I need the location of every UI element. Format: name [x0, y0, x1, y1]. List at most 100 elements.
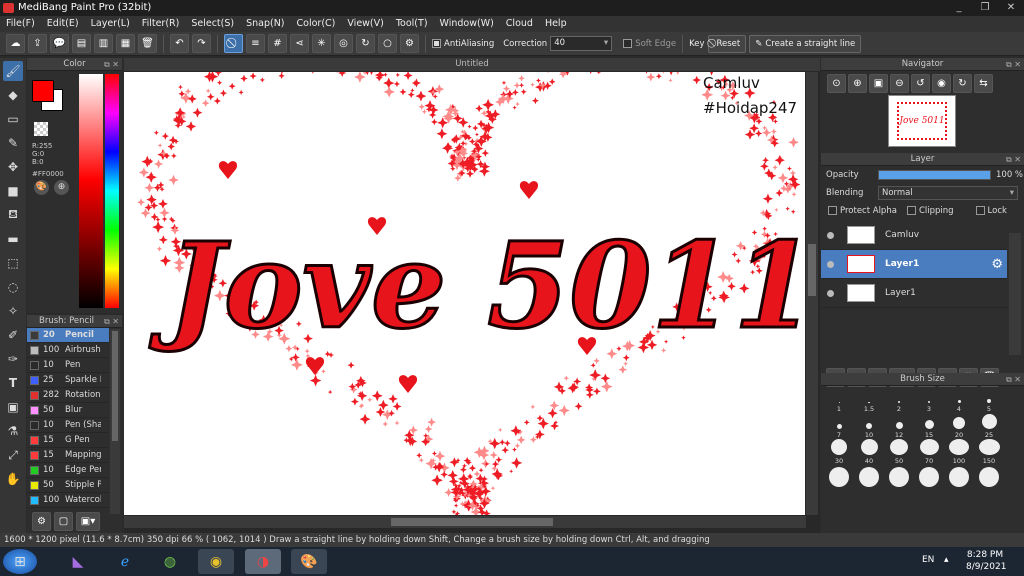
- horizontal-scroll-thumb[interactable]: [391, 518, 553, 526]
- clipping-checkbox[interactable]: [906, 205, 916, 215]
- zoom-actual-icon[interactable]: ▣: [869, 74, 888, 93]
- brush-size-option[interactable]: 1.5: [854, 387, 884, 413]
- reset-button[interactable]: ⃠Reset: [707, 34, 747, 53]
- menu-select[interactable]: Select(S): [185, 16, 240, 32]
- chrome-icon[interactable]: ◉: [198, 549, 234, 574]
- palette-icon[interactable]: 🎨: [34, 180, 49, 195]
- snap-circle-icon[interactable]: ○: [378, 34, 397, 53]
- brush-row[interactable]: 100 Airbrush: [27, 343, 109, 358]
- layer-row[interactable]: Layer1: [821, 279, 1007, 308]
- brush-row[interactable]: 50 Blur: [27, 403, 109, 418]
- share-icon[interactable]: ⇪: [28, 34, 47, 53]
- brush-row[interactable]: 15 G Pen: [27, 433, 109, 448]
- select-pen-tool-icon[interactable]: ✐: [3, 325, 23, 345]
- brush-row[interactable]: 10 Pen: [27, 358, 109, 373]
- menu-edit[interactable]: Edit(E): [41, 16, 85, 32]
- brush-size-option[interactable]: [944, 465, 974, 491]
- eye-icon[interactable]: [827, 289, 834, 297]
- select-eraser-tool-icon[interactable]: ✑: [3, 349, 23, 369]
- eye-icon[interactable]: [827, 231, 834, 239]
- page-icon[interactable]: ▥: [94, 34, 113, 53]
- undo-icon[interactable]: ↶: [170, 34, 189, 53]
- gradient-tool-icon[interactable]: ▬: [3, 229, 23, 249]
- menu-layer[interactable]: Layer(L): [85, 16, 136, 32]
- menu-color[interactable]: Color(C): [291, 16, 342, 32]
- brush-size-option[interactable]: 15: [914, 413, 944, 439]
- panel-pin-icon[interactable]: ⧉ ✕: [104, 315, 119, 328]
- brush-size-option[interactable]: [884, 465, 914, 491]
- brush-row[interactable]: 100 Watercol: [27, 493, 109, 508]
- medibang-taskbar-icon[interactable]: ◑: [245, 549, 281, 574]
- panel-pin-icon[interactable]: ⧉ ✕: [1006, 373, 1021, 386]
- navigator-preview[interactable]: Jove 5011: [888, 95, 956, 147]
- eyedropper-tool-icon[interactable]: ⚗: [3, 421, 23, 441]
- select-tool-icon[interactable]: ⬚: [3, 253, 23, 273]
- magic-wand-tool-icon[interactable]: ✧: [3, 301, 23, 321]
- start-button-icon[interactable]: ⊞: [3, 549, 37, 574]
- palette-add-icon[interactable]: ⊕: [54, 180, 69, 195]
- snap-radial-icon[interactable]: ✳: [312, 34, 331, 53]
- brush-size-option[interactable]: 10: [854, 413, 884, 439]
- brush-size-option[interactable]: 30: [824, 439, 854, 465]
- brush-row[interactable]: 20 Pencil: [27, 328, 109, 343]
- snap-vanishing-icon[interactable]: ⋖: [290, 34, 309, 53]
- brush-size-option[interactable]: 150: [974, 439, 1004, 465]
- hue-slider[interactable]: [105, 74, 119, 308]
- brush-size-option[interactable]: 20: [944, 413, 974, 439]
- clipping-toggle[interactable]: Clipping: [906, 205, 954, 216]
- minimize-button[interactable]: _: [946, 0, 972, 16]
- canvas-vertical-scrollbar[interactable]: [806, 72, 818, 515]
- rotate-right-icon[interactable]: ↻: [953, 74, 972, 93]
- snap-concentric-icon[interactable]: ◎: [334, 34, 353, 53]
- language-indicator[interactable]: EN: [922, 555, 934, 565]
- rectangle-tool-icon[interactable]: ▭: [3, 109, 23, 129]
- menu-cloud[interactable]: Cloud: [500, 16, 539, 32]
- brush-size-option[interactable]: 50: [884, 439, 914, 465]
- menu-filter[interactable]: Filter(R): [136, 16, 186, 32]
- menu-help[interactable]: Help: [539, 16, 573, 32]
- brush-row[interactable]: 10 Edge Per: [27, 463, 109, 478]
- brush-size-option[interactable]: 100: [944, 439, 974, 465]
- layer-row-selected[interactable]: Layer1 ⚙: [821, 250, 1007, 279]
- visual-studio-icon[interactable]: ◣: [60, 549, 96, 574]
- layer-scrollbar[interactable]: [1009, 233, 1021, 355]
- material-icon[interactable]: ▦: [116, 34, 135, 53]
- brush-size-option[interactable]: 1: [824, 387, 854, 413]
- fill-rect-tool-icon[interactable]: ■: [3, 181, 23, 201]
- brush-size-option[interactable]: [914, 465, 944, 491]
- brush-add-icon[interactable]: ⚙: [32, 512, 51, 531]
- antialiasing-checkbox[interactable]: [432, 38, 441, 48]
- tray-chevron-icon[interactable]: ▴: [944, 555, 949, 565]
- panel-pin-icon[interactable]: ⧉ ✕: [1006, 153, 1021, 166]
- menu-tool[interactable]: Tool(T): [390, 16, 434, 32]
- rotate-left-icon[interactable]: ↺: [911, 74, 930, 93]
- lock-toggle[interactable]: Lock: [975, 205, 1007, 216]
- brush-menu-icon[interactable]: ▣▾: [76, 512, 100, 531]
- text-tool-icon[interactable]: T: [3, 373, 23, 393]
- gear-icon[interactable]: ⚙: [991, 257, 1003, 272]
- clock[interactable]: 8:28 PM 8/9/2021: [966, 549, 1006, 573]
- brush-row[interactable]: 15 Mapping: [27, 448, 109, 463]
- correction-select[interactable]: 40: [550, 36, 613, 51]
- panel-pin-icon[interactable]: ⧉ ✕: [1006, 58, 1021, 71]
- brush-size-option[interactable]: 12: [884, 413, 914, 439]
- brush-size-option[interactable]: 40: [854, 439, 884, 465]
- brush-size-option[interactable]: 4: [944, 387, 974, 413]
- menu-snap[interactable]: Snap(N): [240, 16, 290, 32]
- brush-row[interactable]: 50 Stipple P: [27, 478, 109, 493]
- canvas-horizontal-scrollbar[interactable]: [124, 516, 806, 528]
- blending-select[interactable]: Normal ▾: [878, 185, 1018, 200]
- brush-row[interactable]: 10 Pen (Sha: [27, 418, 109, 433]
- snap-curve-icon[interactable]: ↻: [356, 34, 375, 53]
- dot-tool-icon[interactable]: ✎: [3, 133, 23, 153]
- hand-tool-icon[interactable]: ✋: [3, 469, 23, 489]
- lock-checkbox[interactable]: [975, 205, 985, 215]
- brush-list-scrollbar[interactable]: [110, 329, 120, 514]
- eye-icon[interactable]: [827, 260, 834, 268]
- zoom-out-icon[interactable]: ⊖: [890, 74, 909, 93]
- saturation-value-box[interactable]: [79, 74, 103, 308]
- close-button[interactable]: ✕: [998, 0, 1024, 16]
- canvas-tab[interactable]: Untitled: [124, 58, 820, 71]
- restore-button[interactable]: ❐: [972, 0, 998, 16]
- brush-size-option[interactable]: 25: [974, 413, 1004, 439]
